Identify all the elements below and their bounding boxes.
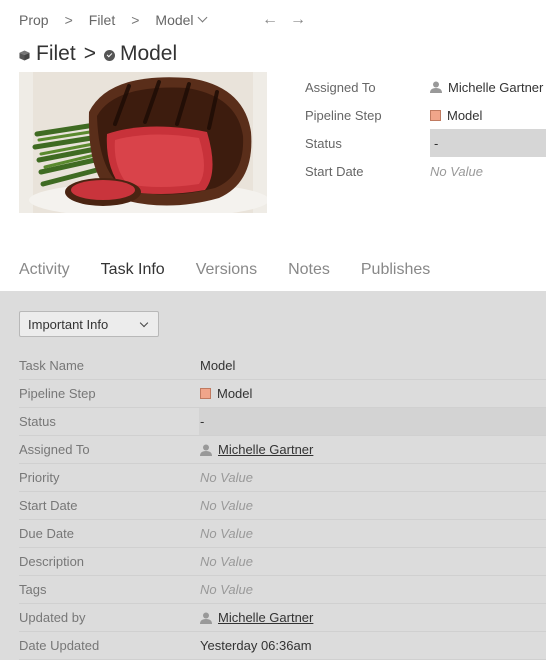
tab-versions[interactable]: Versions (196, 261, 257, 287)
field-value[interactable]: No Value (199, 498, 546, 513)
field-value[interactable]: Model (199, 358, 546, 373)
field-label: Tags (19, 582, 47, 597)
summary-row-assigned-to: Assigned To Michelle Gartner (305, 73, 546, 101)
assigned-user-name: Michelle Gartner (448, 79, 544, 95)
field-row-date-updated: Date Updated Yesterday 06:36am (19, 632, 546, 660)
breadcrumb-separator: > (131, 12, 140, 28)
arrow-left-icon[interactable]: ← (262, 11, 278, 29)
breadcrumb-item-filet[interactable]: Filet (89, 12, 115, 28)
field-group-dropdown[interactable]: Important Info (19, 311, 159, 337)
field-row-tags: Tags No Value (19, 576, 546, 604)
title-task-name: Model (119, 42, 178, 65)
thumbnail-image[interactable] (19, 72, 267, 213)
field-value[interactable]: - (199, 408, 546, 435)
breadcrumb-separator: > (64, 12, 73, 28)
user-icon (200, 612, 212, 624)
summary-label: Assigned To (305, 79, 376, 95)
summary-value[interactable]: Michelle Gartner (430, 80, 543, 95)
field-label: Updated by (19, 610, 86, 625)
field-value[interactable]: No Value (199, 470, 546, 485)
field-value[interactable]: No Value (199, 526, 546, 541)
field-label: Task Name (19, 358, 85, 373)
tab-task-info[interactable]: Task Info (101, 261, 165, 287)
field-label: Status (19, 414, 56, 429)
field-list: Task Name Model Pipeline Step Model Stat… (19, 352, 546, 660)
tab-notes[interactable]: Notes (288, 261, 330, 287)
cube-icon (19, 49, 30, 61)
summary-row-status: Status - (305, 129, 546, 157)
task-detail-page: Prop > Filet > Model ← → Filet > Model A… (0, 0, 546, 660)
field-row-assigned-to: Assigned To Michelle Gartner (19, 436, 546, 464)
field-value[interactable]: Michelle Gartner (199, 442, 546, 457)
summary-label: Status (305, 135, 342, 151)
pipeline-step-swatch (200, 388, 211, 399)
page-title: Filet > Model (19, 42, 177, 66)
steak-photo-icon (19, 72, 267, 213)
field-row-task-name: Task Name Model (19, 352, 546, 380)
field-row-start-date: Start Date No Value (19, 492, 546, 520)
title-parent-link[interactable]: Filet (36, 42, 76, 66)
tab-publishes[interactable]: Publishes (361, 261, 430, 287)
status-value[interactable]: - (430, 129, 546, 157)
field-label: Description (19, 554, 85, 569)
field-row-description: Description No Value (19, 548, 546, 576)
field-row-due-date: Due Date No Value (19, 520, 546, 548)
field-value[interactable]: No Value (199, 582, 546, 597)
tab-bar: Activity Task Info Versions Notes Publis… (19, 261, 461, 287)
assigned-user-link[interactable]: Michelle Gartner (218, 442, 313, 457)
field-row-pipeline-step: Pipeline Step Model (19, 380, 546, 408)
summary-label: Start Date (305, 163, 364, 179)
user-icon (430, 81, 442, 93)
nav-arrows: ← → (262, 11, 306, 29)
pipeline-step-swatch (430, 109, 441, 121)
tab-activity[interactable]: Activity (19, 261, 70, 287)
field-row-updated-by: Updated by Michelle Gartner (19, 604, 546, 632)
chevron-down-icon (139, 318, 149, 328)
field-value: Yesterday 06:36am (200, 638, 312, 653)
arrow-right-icon[interactable]: → (290, 11, 306, 29)
field-label: Assigned To (19, 442, 90, 457)
summary-row-start-date: Start Date No Value (305, 157, 546, 185)
start-date-value[interactable]: No Value (430, 164, 483, 179)
dropdown-label: Important Info (28, 316, 109, 332)
field-label: Start Date (19, 498, 78, 513)
pipeline-step-name: Model (217, 386, 253, 401)
field-value[interactable]: Model (199, 386, 546, 401)
task-info-panel: Important Info Task Name Model Pipeline … (0, 291, 546, 660)
task-status-icon (103, 49, 115, 61)
title-separator: > (83, 42, 96, 65)
field-value[interactable]: Michelle Gartner (199, 610, 546, 625)
user-icon (200, 444, 212, 456)
field-label: Date Updated (19, 638, 100, 653)
breadcrumb: Prop > Filet > Model (19, 12, 207, 28)
summary-row-pipeline-step: Pipeline Step Model (305, 101, 546, 129)
field-row-priority: Priority No Value (19, 464, 546, 492)
pipeline-step-name: Model (447, 107, 483, 123)
summary-label: Pipeline Step (305, 107, 382, 123)
breadcrumb-item-model[interactable]: Model (155, 12, 193, 28)
summary-value[interactable]: Model (430, 108, 482, 123)
task-summary: Assigned To Michelle Gartner Pipeline St… (305, 73, 546, 185)
field-value[interactable]: No Value (199, 554, 546, 569)
field-label: Priority (19, 470, 60, 485)
field-label: Pipeline Step (19, 386, 96, 401)
field-label: Due Date (19, 526, 74, 541)
updated-by-user-link[interactable]: Michelle Gartner (218, 610, 313, 625)
breadcrumb-item-prop[interactable]: Prop (19, 12, 49, 28)
field-row-status: Status - (19, 408, 546, 436)
chevron-down-icon[interactable] (197, 12, 207, 22)
